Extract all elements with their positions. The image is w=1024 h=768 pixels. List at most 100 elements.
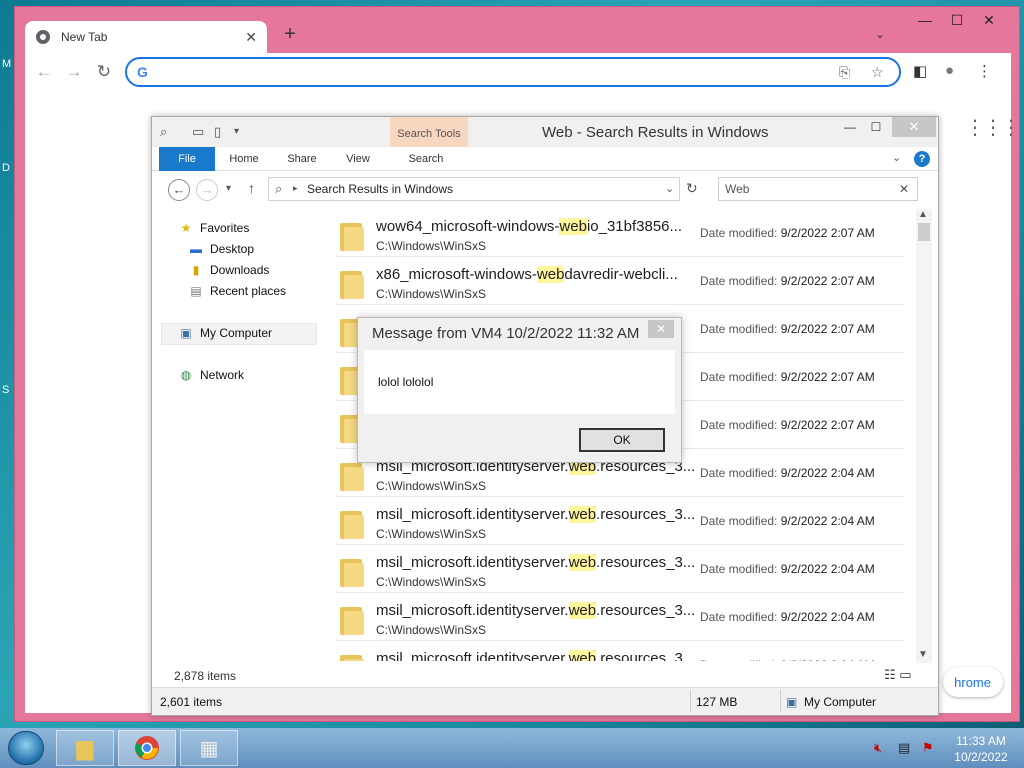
result-path: C:\Windows\WinSxS — [376, 479, 487, 493]
chrome-tab-icon — [36, 30, 50, 44]
result-name: msil_microsoft.identityserver.web.resour… — [376, 650, 695, 661]
dialog-body: lolol lololol — [364, 350, 675, 414]
tab-file[interactable]: File — [159, 147, 215, 171]
reload-button[interactable]: ↻ — [93, 61, 115, 83]
ok-button[interactable]: OK — [579, 428, 665, 452]
side-panel-icon[interactable]: ◧ — [913, 62, 927, 80]
result-row[interactable]: msil_microsoft.identityserver.web.resour… — [336, 593, 904, 641]
network-icon[interactable]: ▤ — [898, 740, 910, 756]
nav-recent-places[interactable]: ▤ Recent places — [188, 284, 286, 298]
result-name: msil_microsoft.identityserver.web.resour… — [376, 554, 696, 571]
taskbar-window-app[interactable]: ▦ — [180, 730, 238, 766]
scroll-up-icon[interactable]: ▲ — [918, 209, 928, 220]
result-date: Date modified: 9/2/2022 2:07 AM — [700, 418, 875, 432]
tab-home[interactable]: Home — [222, 147, 266, 171]
share-icon[interactable]: ⎘ — [839, 64, 850, 81]
back-button[interactable]: ← — [168, 179, 190, 201]
search-tools-context-tab: Search Tools — [390, 117, 468, 147]
folder-icon — [340, 271, 364, 299]
recent-locations-icon[interactable]: ▾ — [226, 183, 231, 194]
folder-icon — [340, 463, 364, 491]
maximize-button[interactable]: ☐ — [941, 7, 973, 33]
close-button[interactable]: ✕ — [892, 117, 936, 137]
nav-network[interactable]: ◍ Network — [178, 368, 244, 382]
profile-icon[interactable]: ● — [945, 62, 954, 79]
action-center-icon[interactable]: ⚑ — [922, 740, 934, 756]
up-arrow-icon[interactable]: ↑ — [248, 180, 255, 196]
tab-new-tab[interactable]: New Tab ✕ — [25, 21, 267, 53]
chrome-toolbar: ← → ↻ G ⎘ ☆ ◧ ● ⋮ — [25, 53, 1011, 91]
scroll-thumb[interactable] — [918, 223, 930, 241]
clear-search-icon[interactable]: ✕ — [899, 182, 909, 196]
address-dropdown-icon[interactable]: ⌄ — [665, 182, 674, 195]
google-apps-icon[interactable]: ⋮⋮⋮ — [965, 115, 1021, 140]
search-input[interactable]: Web ✕ — [718, 177, 918, 201]
start-button[interactable] — [8, 731, 44, 765]
nav-label: Favorites — [200, 221, 250, 235]
tab-share[interactable]: Share — [280, 147, 324, 171]
maximize-button[interactable]: ☐ — [862, 120, 890, 138]
computer-icon: ▣ — [786, 695, 798, 709]
nav-downloads[interactable]: ▮ Downloads — [188, 263, 270, 277]
quick-access-dropdown-icon[interactable]: ▾ — [234, 126, 239, 137]
customize-label: hrome — [954, 674, 991, 690]
result-date: Date modified: 9/2/2022 2:07 AM — [700, 226, 875, 240]
help-icon[interactable]: ? — [914, 151, 930, 167]
nav-favorites[interactable]: ★ Favorites — [178, 221, 250, 235]
minimize-button[interactable]: — — [909, 7, 941, 33]
desktop-edge-letter: S — [2, 384, 10, 396]
address-box[interactable]: ⌕ ▸ Search Results in Windows ⌄ — [268, 177, 680, 201]
nav-my-computer[interactable]: ▣ My Computer — [178, 326, 272, 340]
taskbar: ▆ ▦ 🔇︎ ▤ ⚑ 11:33 AM 10/2/2022 — [0, 728, 1024, 768]
tab-close-icon[interactable]: ✕ — [245, 29, 257, 46]
dialog-close-button[interactable]: ✕ — [648, 320, 674, 338]
menu-icon[interactable]: ⋮ — [977, 62, 992, 80]
vertical-scrollbar[interactable]: ▲ ▼ — [916, 209, 932, 663]
nav-label: Downloads — [210, 263, 270, 277]
desktop-edge-letter: D — [2, 162, 10, 174]
search-glass-icon[interactable]: ⌕ — [160, 124, 167, 140]
status-bar: 2,601 items 127 MB ▣ My Computer — [152, 687, 938, 715]
result-date: Date modified: 9/2/2022 2:04 AM — [700, 610, 875, 624]
taskbar-explorer[interactable]: ▆ — [56, 730, 114, 766]
back-button[interactable]: ← — [33, 61, 55, 83]
minimize-button[interactable]: — — [836, 120, 864, 138]
result-row[interactable]: msil_microsoft.identityserver.web.resour… — [336, 497, 904, 545]
breadcrumb-chevron-icon: ▸ — [293, 183, 298, 193]
result-row[interactable]: x86_microsoft-windows-webdavredir-webcli… — [336, 257, 904, 305]
customize-chrome-button[interactable]: hrome — [943, 667, 1003, 697]
forward-button[interactable]: → — [196, 179, 218, 201]
nav-label: Desktop — [210, 242, 255, 256]
result-row[interactable]: msil_microsoft.identityserver.web.resour… — [336, 545, 904, 593]
new-folder-icon[interactable]: ▯ — [214, 124, 221, 140]
bookmark-star-icon[interactable]: ☆ — [871, 64, 884, 81]
system-clock[interactable]: 11:33 AM 10/2/2022 — [948, 733, 1014, 765]
result-row[interactable]: msil_microsoft.identityserver.web.resour… — [336, 641, 904, 661]
new-tab-button[interactable]: + — [277, 23, 303, 46]
result-row[interactable]: wow64_microsoft-windows-webio_31bf3856..… — [336, 209, 904, 257]
result-path: C:\Windows\WinSxS — [376, 575, 487, 589]
tab-view[interactable]: View — [336, 147, 380, 171]
chrome-titlebar: New Tab ✕ + ⌄ — ☐ ✕ — [15, 7, 1019, 53]
refresh-icon[interactable]: ↻ — [686, 180, 698, 197]
tab-search[interactable]: Search — [400, 147, 452, 171]
status-items: 2,601 items — [160, 695, 223, 709]
nav-desktop[interactable]: ▬ Desktop — [188, 242, 254, 256]
speaker-muted-icon[interactable]: 🔇︎ — [874, 740, 882, 756]
search-tools-label: Search Tools — [397, 128, 461, 140]
forward-button[interactable]: → — [63, 61, 85, 83]
ribbon-expand-icon[interactable]: ⌄ — [892, 151, 901, 164]
nav-label: Recent places — [210, 284, 287, 298]
tab-search-icon[interactable]: ⌄ — [875, 27, 885, 41]
details-view-icon[interactable]: ☷ ▭ — [884, 667, 912, 683]
result-name: msil_microsoft.identityserver.web.resour… — [376, 506, 696, 523]
scroll-down-icon[interactable]: ▼ — [918, 649, 928, 660]
result-date: Date modified: 9/2/2022 2:04 AM — [700, 514, 875, 528]
taskbar-chrome[interactable] — [118, 730, 176, 766]
properties-icon[interactable]: ▭ — [192, 124, 204, 140]
result-name: x86_microsoft-windows-webdavredir-webcli… — [376, 266, 678, 283]
desktop-icon: ▬ — [190, 242, 202, 256]
computer-icon: ▣ — [180, 326, 192, 340]
address-bar[interactable]: G ⎘ ☆ — [125, 57, 901, 87]
close-button[interactable]: ✕ — [973, 7, 1005, 33]
